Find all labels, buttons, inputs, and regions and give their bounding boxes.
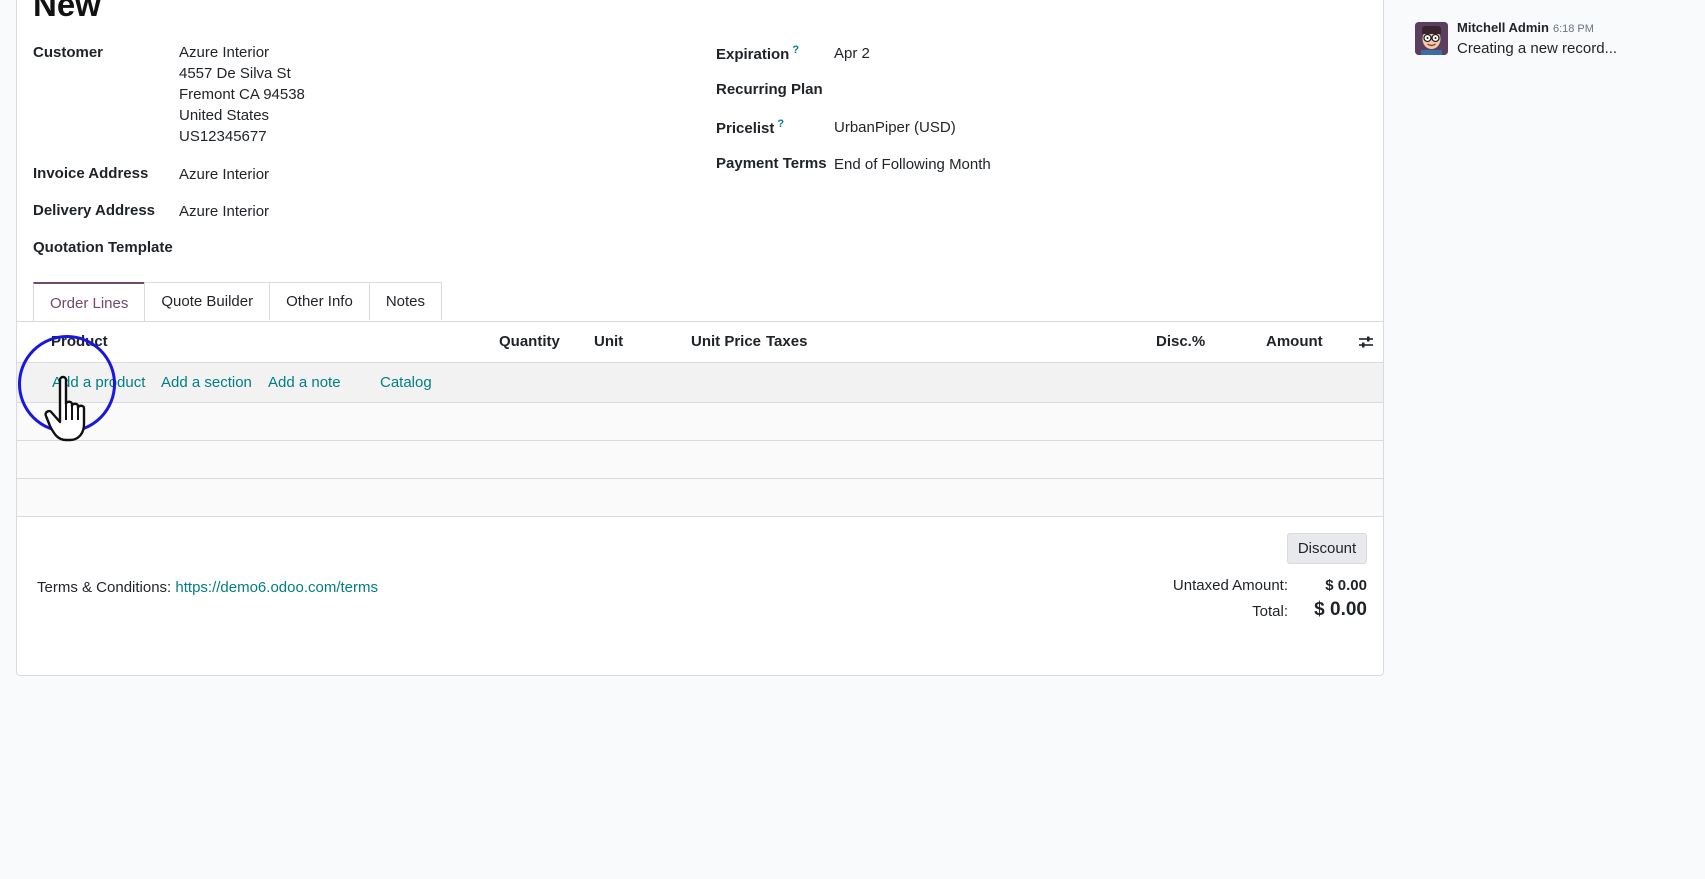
pricelist-label-text: Pricelist [716,120,775,137]
discount-button[interactable]: Discount [1287,533,1367,564]
page-title: New [33,0,101,23]
notebook-tabs: Order Lines Quote Builder Other Info Not… [33,282,442,322]
help-icon[interactable]: ? [792,44,799,56]
message-time: 6:18 PM [1552,23,1594,35]
terms-label: Terms & Conditions: [37,579,172,596]
add-note-link[interactable]: Add a note [268,374,341,391]
column-taxes[interactable]: Taxes [766,333,807,350]
invoice-address-label: Invoice Address [33,165,149,182]
expiration-field[interactable]: Apr 2 [834,43,870,64]
delivery-address-label: Delivery Address [33,202,156,219]
payment-terms-field[interactable]: End of Following Month [834,154,991,175]
total-value: $ 0.00 [1314,599,1367,620]
recurring-plan-field[interactable] [834,80,1134,101]
help-icon[interactable]: ? [777,118,784,130]
order-lines-header: Product Quantity Unit Unit Price Taxes D… [17,322,1383,363]
payment-terms-label: Payment Terms [716,155,827,172]
pricelist-field[interactable]: UrbanPiper (USD) [834,117,956,138]
hand-pointer-icon [44,374,102,449]
tab-other-info[interactable]: Other Info [269,282,370,320]
untaxed-amount-label: Untaxed Amount: [1172,577,1288,594]
column-unit[interactable]: Unit [594,333,623,350]
empty-row [17,479,1383,517]
customer-vat: US12345677 [179,128,267,145]
column-unit-price[interactable]: Unit Price [691,333,761,350]
column-amount[interactable]: Amount [1266,333,1323,350]
customer-name: Azure Interior [179,44,270,61]
catalog-link[interactable]: Catalog [380,374,432,391]
expiration-label-text: Expiration [716,46,790,63]
customer-label: Customer [33,44,104,61]
author-name[interactable]: Mitchell Admin [1457,20,1549,35]
tab-quote-builder[interactable]: Quote Builder [144,282,271,320]
sliders-icon[interactable] [1358,334,1374,355]
message-author: Mitchell Admin 6:18 PM [1457,20,1594,35]
recurring-plan-label: Recurring Plan [716,81,823,98]
chatter-message: Creating a new record... [1457,40,1618,57]
user-avatar[interactable] [1415,22,1448,55]
tab-order-lines[interactable]: Order Lines [33,282,146,322]
terms-link[interactable]: https://demo6.odoo.com/terms [175,579,378,596]
invoice-address-field[interactable]: Azure Interior [179,164,269,185]
customer-field[interactable]: Azure Interior 4557 De Silva St Fremont … [179,42,305,147]
order-lines-add-row: Add a product Add a section Add a note C… [17,363,1383,403]
total-label: Total: [1252,603,1288,620]
column-quantity[interactable]: Quantity [499,333,560,350]
untaxed-amount-value: $ 0.00 [1325,577,1367,594]
pricelist-label: Pricelist? [716,118,784,137]
empty-row [17,441,1383,479]
delivery-address-field[interactable]: Azure Interior [179,201,269,222]
quotation-template-label: Quotation Template [33,239,173,256]
customer-street: 4557 De Silva St [179,65,291,82]
add-section-link[interactable]: Add a section [161,374,252,391]
column-discount[interactable]: Disc.% [1156,333,1205,350]
quotation-template-field[interactable] [179,238,479,259]
tab-notes[interactable]: Notes [368,282,442,320]
terms-and-conditions: Terms & Conditions: https://demo6.odoo.c… [37,579,378,596]
customer-country: United States [179,107,270,124]
customer-city: Fremont CA 94538 [179,86,305,103]
empty-row [17,403,1383,441]
expiration-label: Expiration? [716,44,799,63]
